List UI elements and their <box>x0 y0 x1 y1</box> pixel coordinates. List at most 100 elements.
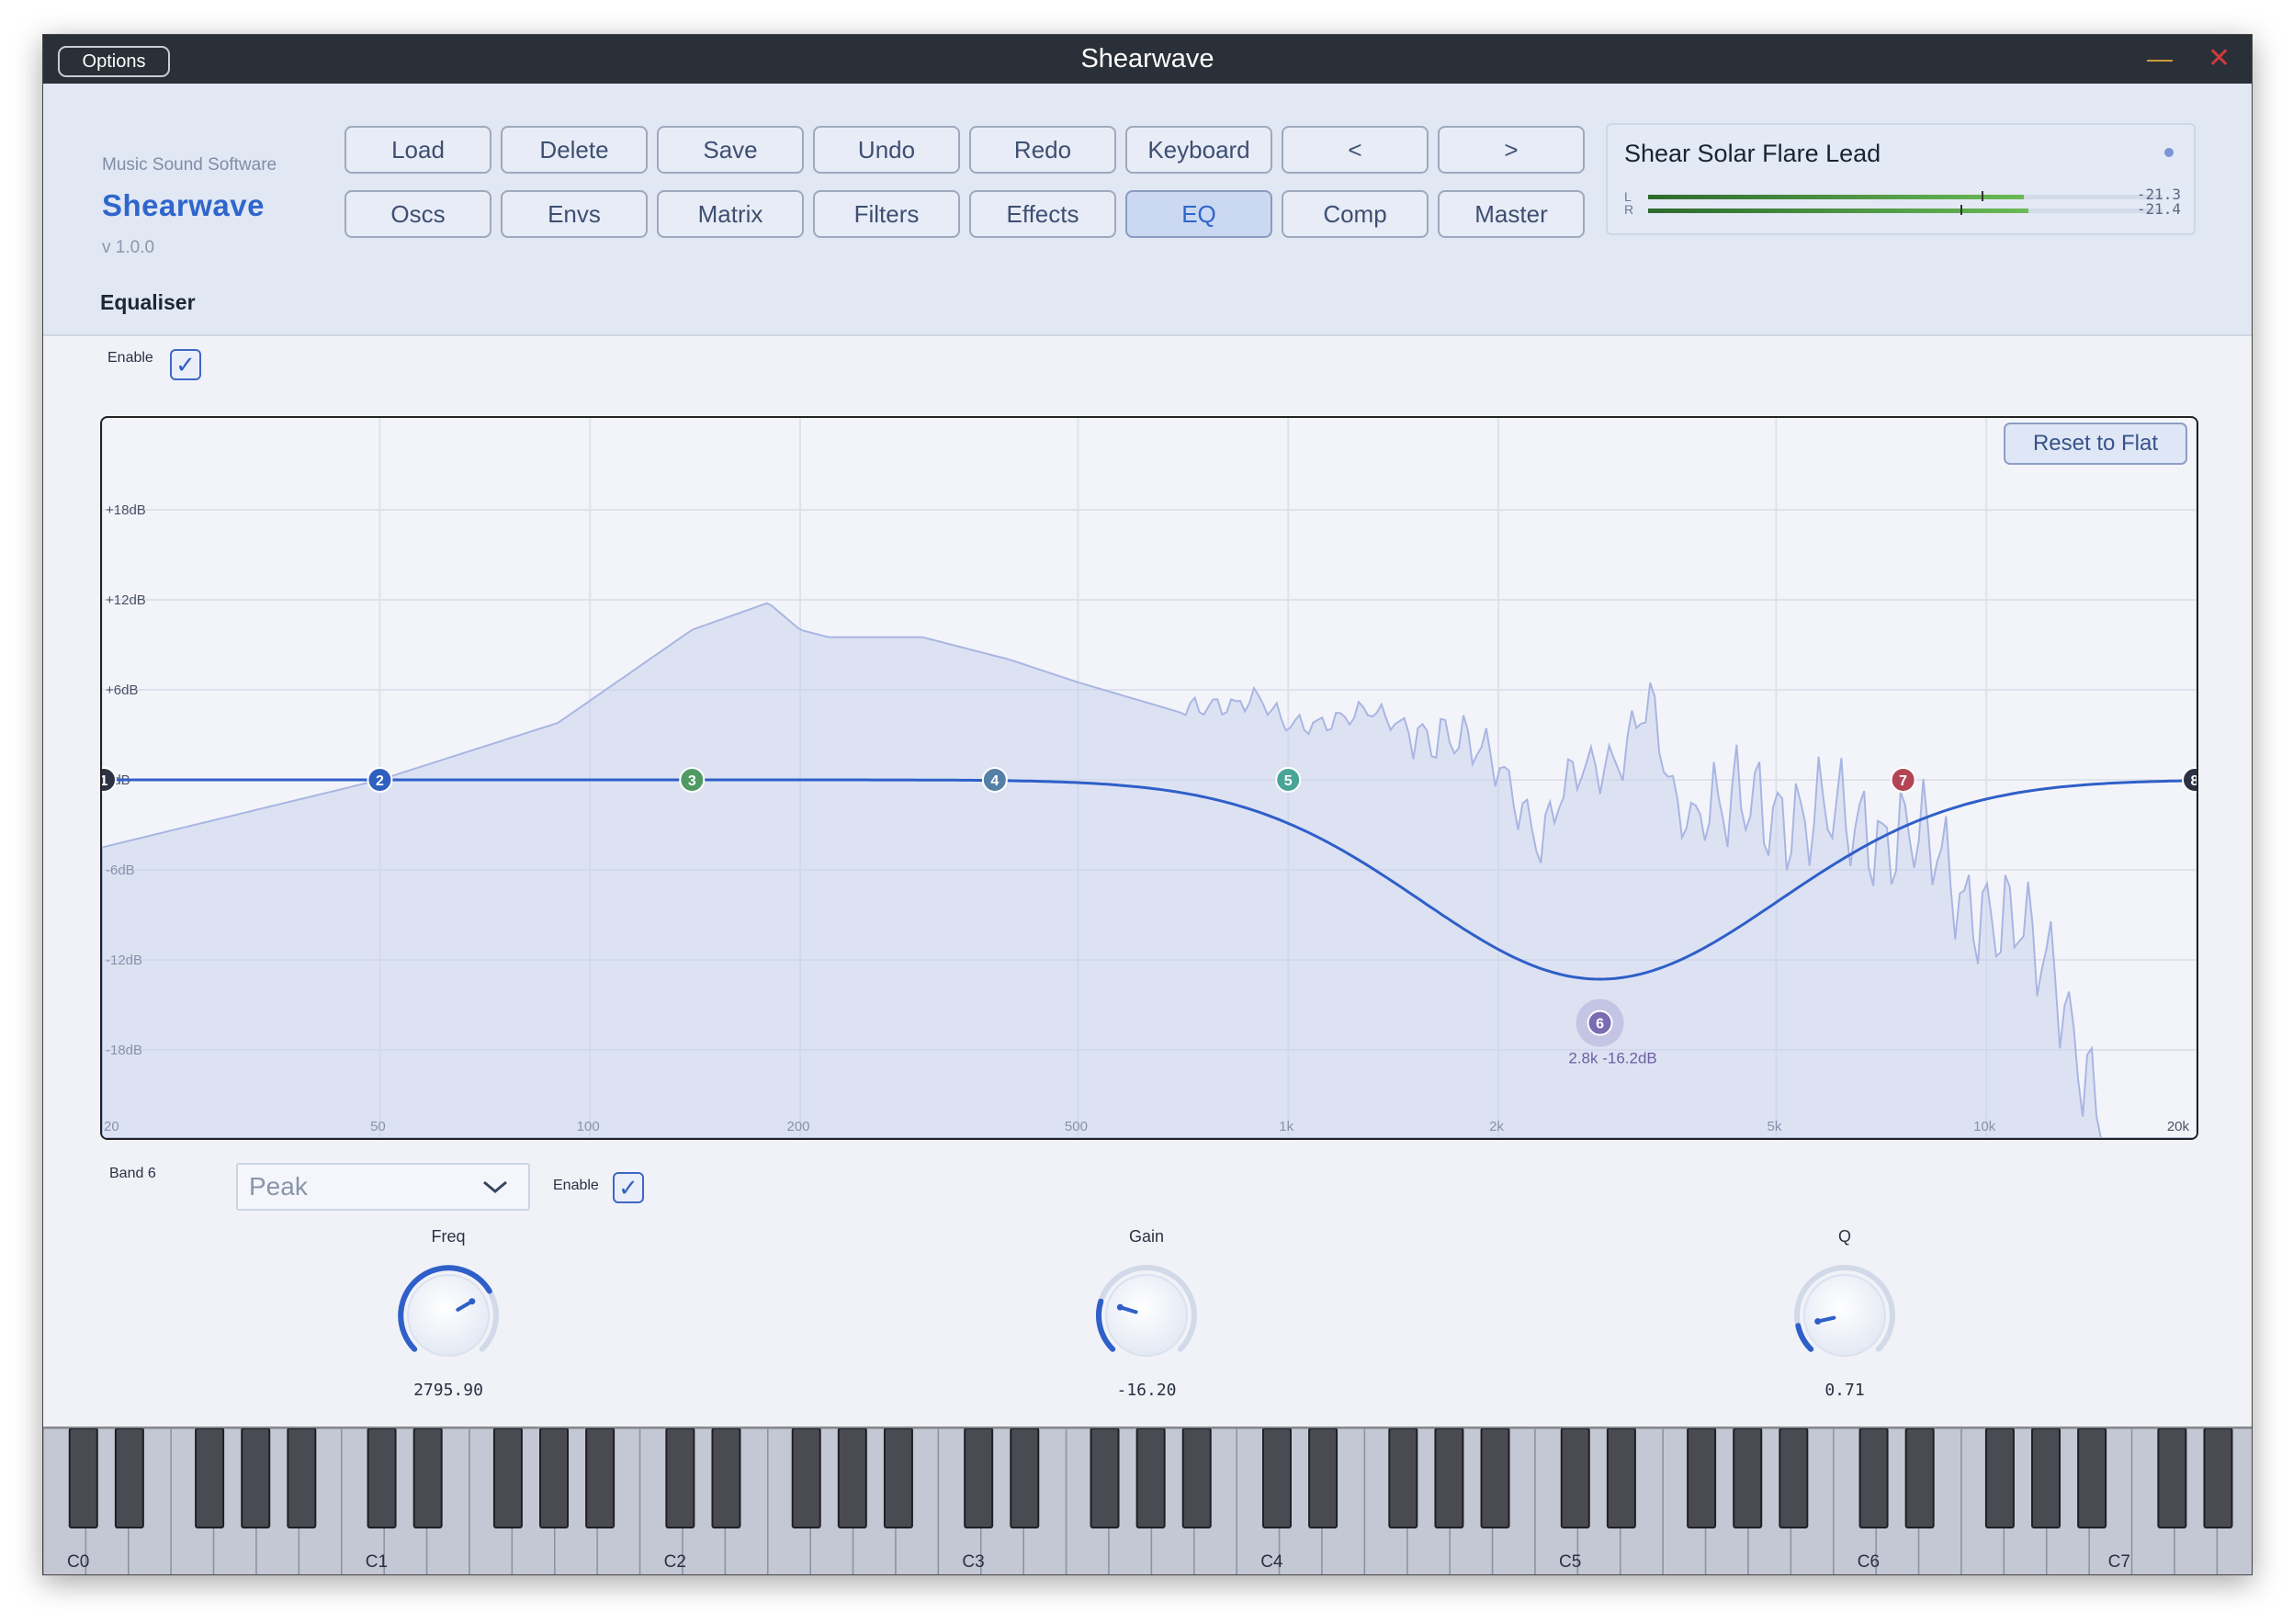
db-tick-label: +18dB <box>106 502 146 518</box>
black-key[interactable] <box>539 1428 570 1528</box>
black-key[interactable] <box>412 1428 443 1528</box>
octave-label: C0 <box>67 1552 89 1572</box>
band-enable-checkbox[interactable]: ✓ <box>613 1172 644 1203</box>
band-handle-number: 6 <box>1596 1017 1604 1032</box>
meter-right-label: R <box>1624 202 1634 217</box>
band-type-select[interactable]: Peak <box>236 1163 530 1211</box>
piano-keys[interactable]: C0 C1 C2 C3 C4 C5 C6 C7 <box>43 1428 2252 1575</box>
black-key[interactable] <box>883 1428 913 1528</box>
black-key[interactable] <box>837 1428 867 1528</box>
gain-knob-value: -16.20 <box>1116 1381 1177 1400</box>
black-key[interactable] <box>1010 1428 1040 1528</box>
q-knob-value: 0.71 <box>1824 1381 1865 1400</box>
freq-knob-label: Freq <box>431 1227 466 1246</box>
black-key[interactable] <box>711 1428 741 1528</box>
black-key[interactable] <box>195 1428 225 1528</box>
minimize-icon[interactable]: — <box>2147 46 2173 72</box>
black-key[interactable] <box>287 1428 317 1528</box>
delete-button[interactable]: Delete <box>501 126 648 174</box>
band-handle-7[interactable]: 7 <box>1890 767 1916 793</box>
octave-label: C6 <box>1858 1552 1880 1572</box>
close-icon[interactable]: ✕ <box>2208 45 2231 73</box>
header-panel: Music Sound Software Shearwave v 1.0.0 L… <box>43 84 2252 334</box>
tab-envs[interactable]: Envs <box>501 190 648 238</box>
black-key[interactable] <box>1560 1428 1590 1528</box>
preset-display[interactable]: Shear Solar Flare Lead L R -21.3 -21.4 <box>1606 123 2196 235</box>
black-key[interactable] <box>367 1428 397 1528</box>
band-handle-3[interactable]: 3 <box>679 767 706 793</box>
reset-to-flat-button[interactable]: Reset to Flat <box>2004 423 2187 465</box>
black-key[interactable] <box>1984 1428 2015 1528</box>
black-key[interactable] <box>1308 1428 1339 1528</box>
band-handle-6[interactable]: 6 <box>1576 998 1624 1047</box>
black-key[interactable] <box>964 1428 994 1528</box>
octave-label: C5 <box>1559 1552 1581 1572</box>
black-key[interactable] <box>791 1428 821 1528</box>
eq-enable-label: Enable <box>107 350 153 366</box>
tab-master[interactable]: Master <box>1438 190 1585 238</box>
octave-label: C7 <box>2108 1552 2130 1572</box>
eq-enable-checkbox[interactable]: ✓ <box>170 349 201 380</box>
load-button[interactable]: Load <box>345 126 491 174</box>
band-handle-4[interactable]: 4 <box>981 767 1008 793</box>
black-key[interactable] <box>1434 1428 1464 1528</box>
black-key[interactable] <box>2031 1428 2061 1528</box>
band-handle-2[interactable]: 2 <box>367 767 393 793</box>
black-key[interactable] <box>2157 1428 2187 1528</box>
band-handle-number: 4 <box>990 773 999 789</box>
next-preset-button[interactable]: > <box>1438 126 1585 174</box>
black-key[interactable] <box>1606 1428 1636 1528</box>
band-handle-number: 1 <box>102 773 108 789</box>
black-key[interactable] <box>2077 1428 2107 1528</box>
redo-button[interactable]: Redo <box>969 126 1116 174</box>
tab-comp[interactable]: Comp <box>1282 190 1429 238</box>
black-key[interactable] <box>1904 1428 1935 1528</box>
black-key[interactable] <box>241 1428 271 1528</box>
tab-oscs[interactable]: Oscs <box>345 190 491 238</box>
plugin-window: Options Shearwave — ✕ Music Sound Softwa… <box>42 34 2253 1575</box>
octave-label: C1 <box>366 1552 388 1572</box>
black-key[interactable] <box>1261 1428 1292 1528</box>
tab-eq[interactable]: EQ <box>1125 190 1272 238</box>
black-key[interactable] <box>1135 1428 1166 1528</box>
product-logo: Shearwave <box>102 188 265 222</box>
tab-filters[interactable]: Filters <box>813 190 960 238</box>
black-key[interactable] <box>492 1428 523 1528</box>
black-key[interactable] <box>1687 1428 1717 1528</box>
eq-graph[interactable]: 20501002005001k2k5k10k20k+18dB+12dB+6dB0… <box>100 416 2198 1140</box>
chevron-down-icon <box>483 1180 507 1193</box>
black-key[interactable] <box>2203 1428 2233 1528</box>
freq-knob-value: 2795.90 <box>413 1381 483 1400</box>
meter-right-peak <box>1960 205 1962 215</box>
black-key[interactable] <box>665 1428 695 1528</box>
band-handle-5[interactable]: 5 <box>1275 767 1302 793</box>
black-key[interactable] <box>1388 1428 1418 1528</box>
black-key[interactable] <box>114 1428 144 1528</box>
tab-matrix[interactable]: Matrix <box>657 190 804 238</box>
band-handle-8[interactable]: 8 <box>2182 767 2197 793</box>
q-knob[interactable] <box>1788 1258 1902 1372</box>
black-key[interactable] <box>1181 1428 1212 1528</box>
black-key[interactable] <box>68 1428 98 1528</box>
black-key[interactable] <box>585 1428 616 1528</box>
band-handle-1[interactable]: 1 <box>102 767 117 793</box>
tab-effects[interactable]: Effects <box>969 190 1116 238</box>
band-label: Band 6 <box>109 1166 156 1181</box>
db-tick-label: +12dB <box>106 592 146 608</box>
black-key[interactable] <box>1779 1428 1809 1528</box>
undo-button[interactable]: Undo <box>813 126 960 174</box>
gain-knob[interactable] <box>1090 1258 1203 1372</box>
prev-preset-button[interactable]: < <box>1282 126 1429 174</box>
eq-graph-canvas[interactable]: 20501002005001k2k5k10k20k+18dB+12dB+6dB0… <box>102 418 2197 1138</box>
black-key[interactable] <box>1480 1428 1510 1528</box>
black-key[interactable] <box>1090 1428 1120 1528</box>
save-button[interactable]: Save <box>657 126 804 174</box>
piano-keyboard[interactable]: C0 C1 C2 C3 C4 C5 C6 C7 <box>43 1427 2252 1575</box>
freq-knob[interactable] <box>391 1258 505 1372</box>
black-key[interactable] <box>1733 1428 1763 1528</box>
keyboard-button[interactable]: Keyboard <box>1125 126 1272 174</box>
band-handle-number: 8 <box>2191 773 2197 789</box>
window-title: Shearwave <box>1080 44 1214 73</box>
black-key[interactable] <box>1858 1428 1889 1528</box>
band-enable-label: Enable <box>553 1178 599 1193</box>
